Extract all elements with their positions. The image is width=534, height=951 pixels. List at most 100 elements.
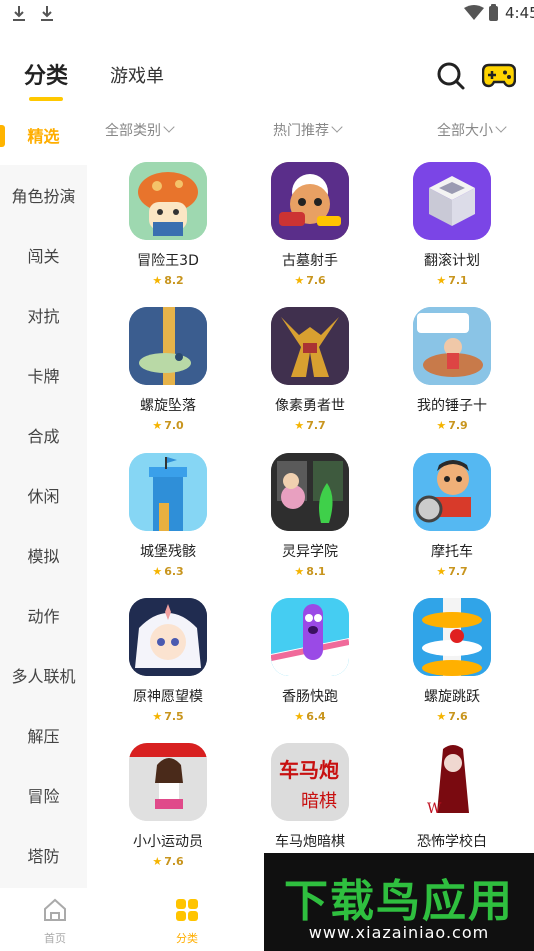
filter-category-label: 全部类别 bbox=[105, 123, 161, 139]
game-rating: ★ 7.5 bbox=[152, 710, 184, 723]
filter-sort[interactable]: 热门推荐 bbox=[273, 120, 343, 140]
sidebar-item-label: 塔防 bbox=[27, 847, 60, 866]
hammer-icon bbox=[413, 307, 491, 385]
sidebar-item-rpg[interactable]: 角色扮演 bbox=[0, 165, 87, 225]
sidebar-item-label: 解压 bbox=[27, 727, 60, 746]
game-card[interactable]: 像素勇者世 ★ 7.7 bbox=[245, 307, 375, 432]
game-name: 香肠快跑 bbox=[282, 689, 338, 705]
game-rating: ★ 6.4 bbox=[294, 710, 326, 723]
horror-school-icon: W bbox=[413, 743, 491, 821]
filter-size-label: 全部大小 bbox=[437, 123, 493, 139]
watermark-title: 下载鸟应用 bbox=[284, 876, 514, 927]
game-card[interactable]: 摩托车 ★ 7.7 bbox=[387, 453, 517, 578]
sidebar-item-action[interactable]: 动作 bbox=[0, 585, 87, 645]
game-card[interactable]: 小小运动员 ★ 7.6 bbox=[103, 743, 233, 868]
sidebar-item-levels[interactable]: 闯关 bbox=[0, 225, 87, 285]
game-rating: ★ 7.9 bbox=[436, 419, 468, 432]
watermark-url: www.xiazainiao.com bbox=[308, 923, 490, 942]
sidebar-item-label: 休闲 bbox=[27, 487, 60, 506]
wifi-icon bbox=[464, 5, 484, 20]
filter-size[interactable]: 全部大小 bbox=[437, 120, 507, 140]
game-rating: ★ 7.6 bbox=[152, 855, 184, 868]
status-time: 4:45 bbox=[505, 4, 534, 22]
category-sidebar: 精选 角色扮演 闯关 对抗 卡牌 合成 休闲 模拟 动作 多人联机 解压 冒险 … bbox=[0, 105, 87, 888]
sidebar-item-adventure[interactable]: 冒险 bbox=[0, 765, 87, 825]
tab-gamelist[interactable]: 游戏单 bbox=[110, 62, 164, 88]
game-rating: ★ 7.6 bbox=[436, 710, 468, 723]
little-athlete-icon bbox=[129, 743, 207, 821]
sidebar-item-casual[interactable]: 休闲 bbox=[0, 465, 87, 525]
sidebar-item-multiplayer[interactable]: 多人联机 bbox=[0, 645, 87, 705]
game-name: 摩托车 bbox=[431, 544, 473, 560]
sidebar-item-simulation[interactable]: 模拟 bbox=[0, 525, 87, 585]
sidebar-item-label: 合成 bbox=[27, 427, 60, 446]
star-icon: ★ bbox=[436, 710, 447, 723]
filter-category[interactable]: 全部类别 bbox=[105, 120, 175, 140]
category-grid-icon bbox=[176, 899, 198, 921]
helix-jump-icon bbox=[413, 598, 491, 676]
chevron-down-icon bbox=[495, 121, 507, 133]
nav-category[interactable]: 分类 bbox=[164, 896, 210, 946]
game-rating: ★ 7.1 bbox=[436, 274, 468, 287]
game-card[interactable]: 螺旋跳跃 ★ 7.6 bbox=[387, 598, 517, 723]
star-icon: ★ bbox=[436, 565, 447, 578]
game-card[interactable]: 原神愿望模 ★ 7.5 bbox=[103, 598, 233, 723]
game-card[interactable]: 冒险王3D ★ 8.2 bbox=[103, 162, 233, 287]
rolling-cube-icon bbox=[413, 162, 491, 240]
nav-home-label: 首页 bbox=[44, 932, 66, 945]
game-name: 冒险王3D bbox=[137, 253, 199, 269]
sidebar-item-tower-defense[interactable]: 塔防 bbox=[0, 825, 87, 885]
game-name: 螺旋坠落 bbox=[140, 398, 196, 414]
game-name: 像素勇者世 bbox=[275, 398, 345, 414]
game-name: 灵异学院 bbox=[282, 544, 338, 560]
svg-text:暗棋: 暗棋 bbox=[301, 791, 337, 812]
game-rating: ★ 7.6 bbox=[294, 274, 326, 287]
star-icon: ★ bbox=[436, 419, 447, 432]
sidebar-item-cards[interactable]: 卡牌 bbox=[0, 345, 87, 405]
sausage-run-icon bbox=[271, 598, 349, 676]
gamepad-icon[interactable] bbox=[482, 62, 516, 88]
nav-category-label: 分类 bbox=[176, 932, 198, 945]
watermark: 下载鸟应用 www.xiazainiao.com bbox=[264, 853, 534, 951]
game-name: 小小运动员 bbox=[133, 834, 203, 850]
sidebar-item-label: 角色扮演 bbox=[11, 187, 76, 206]
sidebar-item-label: 动作 bbox=[27, 607, 60, 626]
game-card[interactable]: 螺旋坠落 ★ 7.0 bbox=[103, 307, 233, 432]
sidebar-item-label: 精选 bbox=[27, 127, 60, 146]
star-icon: ★ bbox=[294, 565, 305, 578]
search-icon[interactable] bbox=[436, 61, 466, 91]
sidebar-item-relax[interactable]: 解压 bbox=[0, 705, 87, 765]
sidebar-item-label: 冒险 bbox=[27, 787, 60, 806]
game-rating: ★ 8.1 bbox=[294, 565, 326, 578]
mushroom-hero-icon bbox=[129, 162, 207, 240]
status-bar: 4:45 bbox=[0, 0, 534, 30]
game-card[interactable]: 车马炮 暗棋 车马炮暗棋 bbox=[245, 743, 375, 851]
game-card[interactable]: W 恐怖学校白 bbox=[387, 743, 517, 851]
game-rating: ★ 7.7 bbox=[294, 419, 326, 432]
star-icon: ★ bbox=[152, 565, 163, 578]
nav-home[interactable]: 首页 bbox=[32, 896, 78, 946]
game-rating: ★ 7.7 bbox=[436, 565, 468, 578]
game-card[interactable]: 灵异学院 ★ 8.1 bbox=[245, 453, 375, 578]
chevron-down-icon bbox=[331, 121, 343, 133]
game-card[interactable]: 古墓射手 ★ 7.6 bbox=[245, 162, 375, 287]
sidebar-item-featured[interactable]: 精选 bbox=[0, 105, 87, 165]
star-icon: ★ bbox=[294, 274, 305, 287]
game-card[interactable]: 城堡残骸 ★ 6.3 bbox=[103, 453, 233, 578]
sidebar-item-label: 闯关 bbox=[27, 247, 60, 266]
game-card[interactable]: 我的锤子十 ★ 7.9 bbox=[387, 307, 517, 432]
game-rating: ★ 6.3 bbox=[152, 565, 184, 578]
download-icon bbox=[41, 6, 53, 21]
game-card[interactable]: 香肠快跑 ★ 6.4 bbox=[245, 598, 375, 723]
game-card[interactable]: 翻滚计划 ★ 7.1 bbox=[387, 162, 517, 287]
sidebar-item-versus[interactable]: 对抗 bbox=[0, 285, 87, 345]
sidebar-item-label: 卡牌 bbox=[27, 367, 60, 386]
download-icon bbox=[13, 6, 25, 21]
star-icon: ★ bbox=[294, 419, 305, 432]
game-name: 恐怖学校白 bbox=[417, 834, 487, 850]
tab-category[interactable]: 分类 bbox=[24, 58, 68, 90]
tab-active-indicator bbox=[29, 97, 63, 101]
star-icon: ★ bbox=[294, 710, 305, 723]
sidebar-item-merge[interactable]: 合成 bbox=[0, 405, 87, 465]
game-rating: ★ 7.0 bbox=[152, 419, 184, 432]
